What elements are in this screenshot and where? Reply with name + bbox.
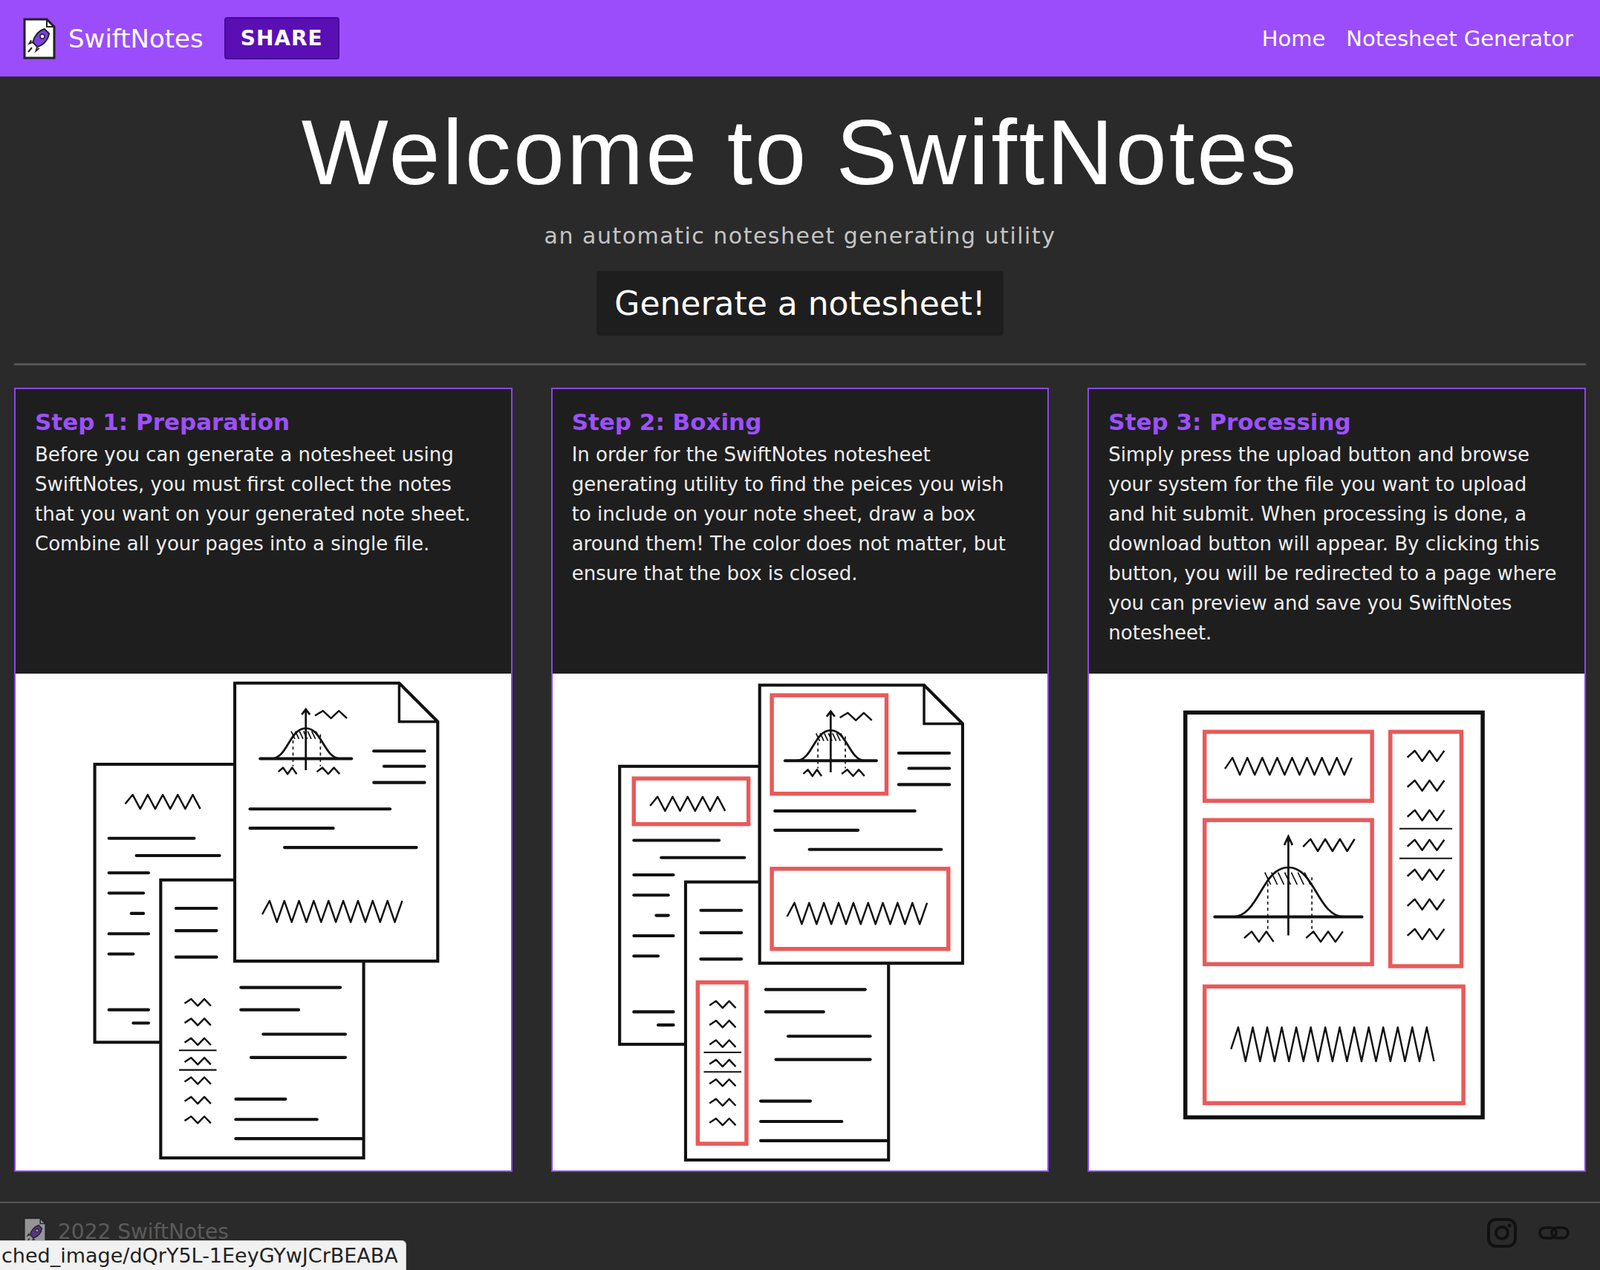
step-body: Simply press the upload button and brows… (1108, 439, 1566, 648)
step-text: Step 1: Preparation Before you can genera… (15, 389, 512, 674)
hero: Welcome to SwiftNotes an automatic notesh… (0, 76, 1600, 336)
page-title: Welcome to SwiftNotes (0, 97, 1600, 208)
step-image (1088, 673, 1585, 1171)
status-url: ched_image/dQrY5L-1EeyGYwJCrBEABA (0, 1240, 407, 1270)
step-text: Step 3: Processing Simply press the uploa… (1088, 389, 1585, 674)
rocket-note-icon (22, 17, 57, 61)
step-image (552, 673, 1049, 1171)
step-body: Before you can generate a notesheet usin… (34, 439, 492, 559)
step-title: Step 2: Boxing (571, 408, 1029, 436)
step-card: Step 1: Preparation Before you can genera… (14, 387, 513, 1173)
step-body: In order for the SwiftNotes notesheet ge… (571, 439, 1029, 589)
instagram-icon[interactable] (1485, 1216, 1519, 1250)
step-title: Step 3: Processing (1108, 408, 1566, 436)
steps: Step 1: Preparation Before you can genera… (14, 387, 1586, 1173)
brand-name[interactable]: SwiftNotes (68, 23, 204, 54)
share-button[interactable]: SHARE (224, 17, 340, 60)
brand[interactable]: SwiftNotes (22, 17, 204, 61)
step-text: Step 2: Boxing In order for the SwiftNote… (552, 389, 1049, 674)
nav-links: Home Notesheet Generator (1262, 25, 1574, 52)
illustration (15, 673, 512, 1171)
navbar: SwiftNotes SHARE Home Notesheet Generator (0, 0, 1600, 77)
social-links (1485, 1216, 1571, 1250)
illustration (1088, 673, 1585, 1171)
subtitle: an automatic notesheet generating utilit… (0, 222, 1600, 249)
nav-link[interactable]: Home (1262, 25, 1326, 52)
step-card: Step 2: Boxing In order for the SwiftNote… (551, 387, 1050, 1173)
step-title: Step 1: Preparation (34, 408, 492, 436)
step-image (15, 673, 512, 1171)
illustration (552, 673, 1049, 1171)
step-card: Step 3: Processing Simply press the uploa… (1087, 387, 1586, 1173)
nav-link[interactable]: Notesheet Generator (1345, 25, 1574, 52)
generate-button[interactable]: Generate a notesheet! (596, 271, 1003, 336)
divider (14, 363, 1586, 366)
link-icon[interactable] (1537, 1216, 1571, 1250)
